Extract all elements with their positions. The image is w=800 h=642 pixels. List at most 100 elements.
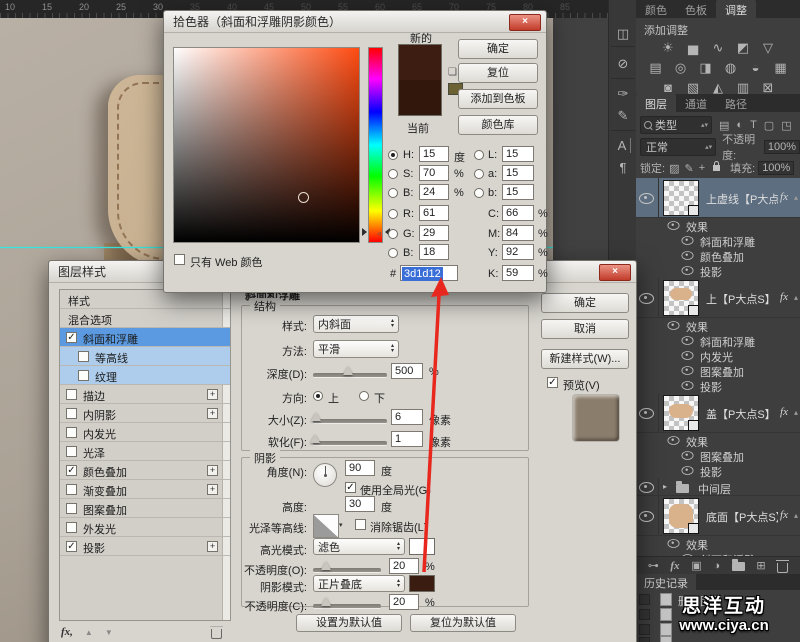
style-plus-box[interactable]: +	[207, 408, 218, 419]
cancel-button[interactable]: 取消	[541, 319, 629, 339]
effects-header-row[interactable]: 效果	[636, 433, 800, 448]
style-item-gradient-overlay[interactable]: 渐变叠加 +	[60, 480, 230, 499]
style-item-drop-shadow[interactable]: ✓ 投影 +	[60, 537, 230, 556]
highlight-opacity-thumb[interactable]	[321, 561, 331, 570]
depth-field[interactable]: 500	[391, 363, 423, 379]
layer-row[interactable]: 底面【P大点S】 fx ▴	[636, 496, 800, 536]
eye-icon[interactable]	[682, 451, 694, 460]
style-item-inner-shadow[interactable]: 内阴影 +	[60, 404, 230, 423]
size-slider[interactable]	[313, 419, 387, 424]
vibrance-icon[interactable]: ▽	[760, 40, 776, 56]
angle-dial[interactable]	[313, 463, 337, 487]
size-slider-thumb[interactable]	[311, 412, 321, 421]
style-item-contour[interactable]: 等高线	[60, 347, 230, 366]
close-icon[interactable]: ×	[509, 14, 541, 31]
lab-b-radio[interactable]	[474, 188, 484, 198]
paragraph-panel-icon[interactable]: ¶	[609, 160, 637, 175]
style-checkbox[interactable]	[66, 503, 77, 514]
layer-name[interactable]: 底面【P大点S】	[706, 509, 778, 525]
soften-slider[interactable]	[313, 441, 387, 446]
effect-row[interactable]: 斜面和浮雕	[636, 233, 800, 248]
h-field[interactable]: 15	[419, 146, 449, 162]
blend-mode-dropdown[interactable]: 正常 ▴▾	[640, 138, 716, 156]
lock-all-icon[interactable]	[713, 165, 720, 171]
collapse-effects-arrow[interactable]: ▴	[794, 511, 798, 520]
depth-slider-thumb[interactable]	[343, 366, 353, 375]
layer-filter-dropdown[interactable]: 类型 ▴▾	[640, 116, 712, 134]
style-item-bevel-emboss[interactable]: ✓ 斜面和浮雕	[60, 328, 230, 347]
eye-icon[interactable]	[682, 351, 694, 360]
shadow-opacity-slider[interactable]	[313, 604, 381, 609]
visibility-toggle[interactable]	[636, 278, 659, 317]
r-radio[interactable]	[388, 209, 398, 219]
effects-header-row[interactable]: 效果	[636, 218, 800, 233]
lab-a-radio[interactable]	[474, 169, 484, 179]
tab-adjustments[interactable]: 调整	[716, 0, 756, 18]
style-checkbox[interactable]	[66, 408, 77, 419]
photo-filter-icon[interactable]: ◍	[723, 60, 739, 76]
filter-pixel-layers-icon[interactable]: ▤	[719, 119, 729, 132]
lab-l-field[interactable]: 15	[502, 146, 534, 162]
character-panel-icon[interactable]: A	[614, 138, 631, 153]
effect-row[interactable]: 内发光	[636, 348, 800, 363]
history-source-checkbox[interactable]	[639, 637, 650, 642]
s-field[interactable]: 70	[419, 165, 449, 181]
tab-history[interactable]: 历史记录	[636, 574, 696, 590]
g-field[interactable]: 29	[419, 225, 449, 241]
group-name[interactable]: 中间层	[698, 481, 731, 497]
expand-group-arrow[interactable]: ▸	[663, 482, 667, 491]
gloss-contour-thumbnail[interactable]	[313, 514, 339, 538]
layer-style-fx-icon[interactable]: fx	[670, 561, 679, 572]
soften-slider-thumb[interactable]	[310, 434, 320, 443]
opacity-value[interactable]: 100%	[764, 140, 800, 154]
visibility-toggle[interactable]	[636, 393, 659, 432]
preview-checkbox[interactable]: ✓	[547, 377, 558, 388]
layer-mask-icon[interactable]: ▣	[691, 561, 701, 572]
h-radio[interactable]	[388, 150, 398, 160]
tab-paths[interactable]: 路径	[716, 94, 756, 112]
c-field[interactable]: 66	[502, 205, 534, 221]
highlight-opacity-field[interactable]: 20	[389, 558, 419, 574]
visibility-toggle[interactable]	[636, 496, 659, 535]
technique-dropdown[interactable]: 平滑	[313, 340, 399, 358]
color-lookup-icon[interactable]: ▦	[773, 60, 789, 76]
delete-layer-icon[interactable]	[777, 563, 788, 573]
effect-row[interactable]: 斜面和浮雕	[636, 333, 800, 348]
eye-icon[interactable]	[682, 466, 694, 475]
lab-l-radio[interactable]	[474, 150, 484, 160]
style-checkbox[interactable]	[66, 484, 77, 495]
direction-up-radio[interactable]	[313, 391, 323, 401]
highlight-opacity-slider[interactable]	[313, 568, 381, 573]
style-checkbox[interactable]	[66, 389, 77, 400]
shadow-color-swatch[interactable]	[409, 575, 435, 592]
reset-button[interactable]: 复位	[458, 63, 538, 83]
histogram-panel-icon[interactable]: ⊘	[609, 56, 637, 72]
b2-field[interactable]: 18	[419, 244, 449, 260]
b-field[interactable]: 24	[419, 184, 449, 200]
color-libraries-button[interactable]: 颜色库	[458, 115, 538, 135]
gloss-contour-arrow[interactable]: ▾	[339, 521, 343, 529]
style-item-color-overlay[interactable]: ✓ 颜色叠加 +	[60, 461, 230, 480]
layer-row[interactable]: 上【P大点S】 fx ▴	[636, 278, 800, 318]
style-plus-box[interactable]: +	[207, 484, 218, 495]
adjustment-layer-icon[interactable]: ◑	[713, 561, 720, 572]
eye-icon[interactable]	[668, 539, 680, 548]
layer-thumbnail[interactable]	[663, 498, 699, 534]
style-checkbox[interactable]: ✓	[66, 541, 77, 552]
bevel-style-dropdown[interactable]: 内斜面	[313, 315, 399, 333]
effects-header-row[interactable]: 效果	[636, 318, 800, 333]
effect-row[interactable]: 投影	[636, 378, 800, 393]
global-light-checkbox[interactable]: ✓	[345, 482, 356, 493]
filter-smart-objects-icon[interactable]: ◳	[781, 119, 791, 132]
depth-slider[interactable]	[313, 373, 387, 378]
brush-panel-icon[interactable]: ✎	[609, 108, 637, 124]
eye-icon[interactable]	[682, 236, 694, 245]
layer-thumbnail[interactable]	[663, 280, 699, 316]
gamut-warning-cube-icon[interactable]: ❏	[448, 67, 457, 78]
k-field[interactable]: 59	[502, 265, 534, 281]
black-white-icon[interactable]: ◨	[698, 60, 714, 76]
levels-icon[interactable]: ▅	[685, 40, 701, 56]
eye-icon[interactable]	[682, 336, 694, 345]
style-item-inner-glow[interactable]: 内发光	[60, 423, 230, 442]
new-layer-icon[interactable]: ⊞	[756, 561, 765, 572]
